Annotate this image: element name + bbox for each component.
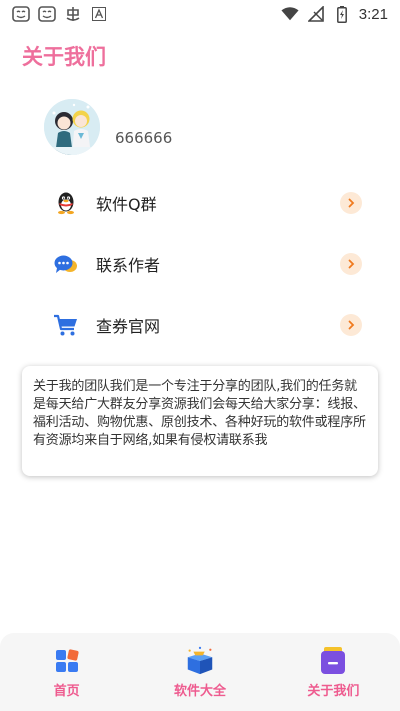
gift-box-icon <box>184 645 216 677</box>
menu-item-label: 联系作者 <box>96 256 161 275</box>
username: 666666 <box>115 129 173 147</box>
font-a-icon <box>90 6 108 22</box>
chevron-right-icon <box>340 253 362 275</box>
tab-about-us[interactable]: 关于我们 <box>267 633 400 711</box>
battery-charging-icon <box>333 5 351 23</box>
qq-penguin-icon <box>52 189 80 217</box>
tab-software[interactable]: 软件大全 <box>133 633 266 711</box>
tab-label: 关于我们 <box>307 684 360 699</box>
menu-item-label: 查券官网 <box>96 317 161 336</box>
tab-label: 首页 <box>53 684 80 699</box>
status-left-icons <box>12 6 108 22</box>
shopping-cart-icon <box>52 311 80 339</box>
chevron-right-icon <box>340 314 362 336</box>
tab-label: 软件大全 <box>173 684 226 699</box>
about-card: 关于我的团队我们是一个专注于分享的团队,我们的任务就是每天给广大群友分享资源我们… <box>22 366 378 476</box>
wifi-icon <box>281 6 299 22</box>
tab-home[interactable]: 首页 <box>0 633 133 711</box>
home-grid-icon <box>51 645 83 677</box>
about-text: 关于我的团队我们是一个专注于分享的团队,我们的任务就是每天给广大群友分享资源我们… <box>33 379 366 448</box>
chat-bubble-icon <box>52 250 80 278</box>
menu-item-coupon-site[interactable]: 查券官网 <box>52 305 362 345</box>
status-bar: 3:21 <box>0 0 400 28</box>
avatar[interactable] <box>44 99 100 155</box>
about-card-icon <box>317 645 349 677</box>
status-right-icons: 3:21 <box>281 5 388 23</box>
menu-item-label: 软件Q群 <box>96 195 157 214</box>
notification-app-icon <box>64 6 82 22</box>
menu-item-contact-author[interactable]: 联系作者 <box>52 244 362 284</box>
smiley-face-icon <box>12 6 30 22</box>
menu-item-qq-group[interactable]: 软件Q群 <box>52 183 362 223</box>
chevron-right-icon <box>340 192 362 214</box>
status-time: 3:21 <box>358 5 388 23</box>
bottom-nav: 首页 软件大全 关于我们 <box>0 633 400 711</box>
page-title: 关于我们 <box>22 45 106 69</box>
smiley-face-icon <box>38 6 56 22</box>
signal-off-icon <box>307 6 325 22</box>
